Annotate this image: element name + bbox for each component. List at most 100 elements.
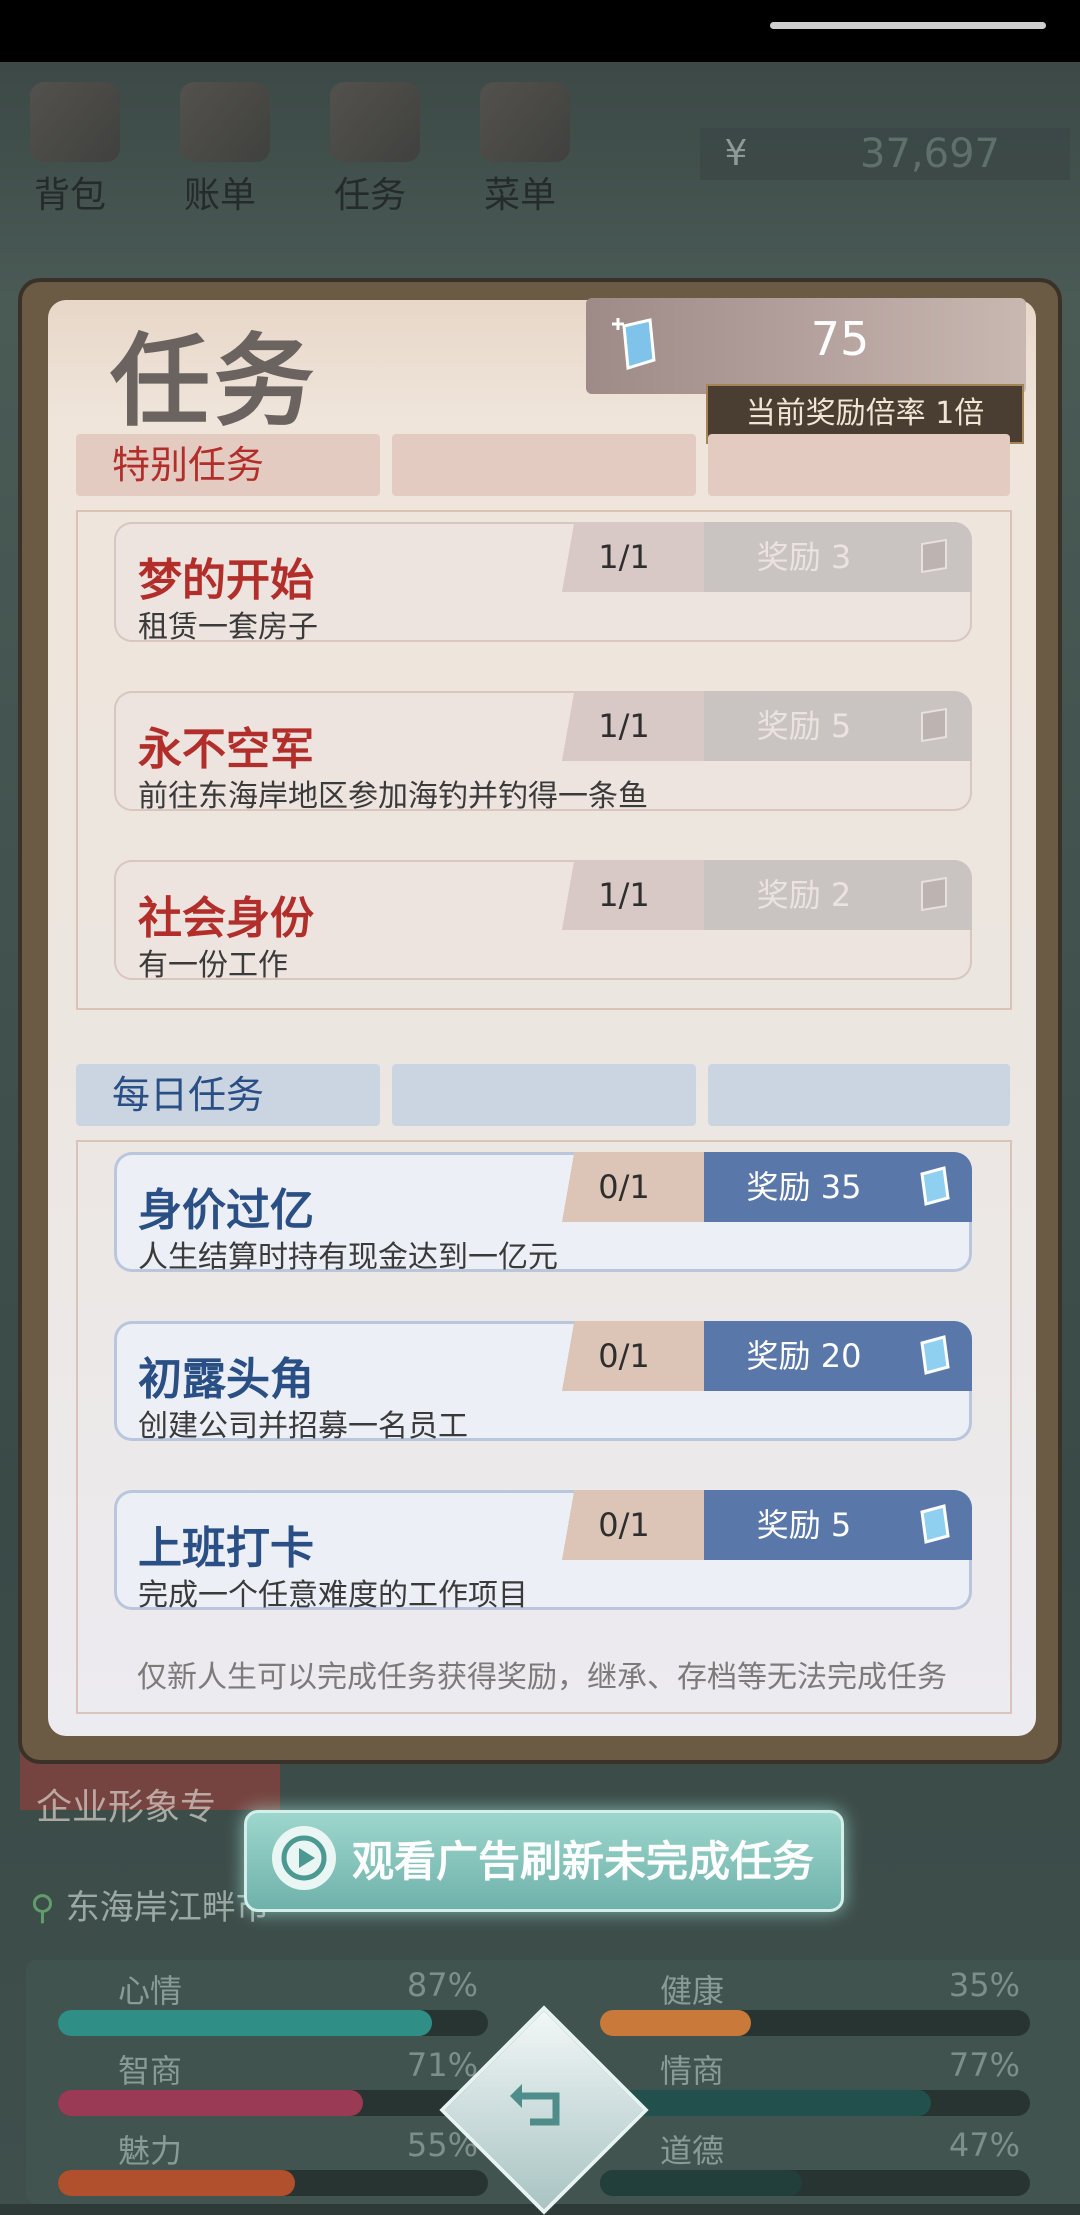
gem-icon: [920, 1504, 950, 1544]
task-reward: 奖励 5: [704, 1490, 972, 1560]
location-text: 东海岸江畔市: [65, 1888, 270, 1928]
task-progress: 0/1: [554, 1321, 724, 1391]
task-description: 租赁一套房子: [138, 610, 318, 645]
task-name: 永不空军: [138, 724, 314, 775]
watch-ad-label: 观看广告刷新未完成任务: [352, 1837, 815, 1886]
nav-menu-label: 菜单: [484, 175, 557, 216]
stat-percent: 77%: [948, 2046, 1020, 2084]
task-progress-text: 1/1: [598, 707, 650, 745]
task-reward-text: 奖励 2: [756, 876, 852, 914]
task-card[interactable]: 上班打卡完成一个任意难度的工作项目 0/1 奖励 5: [114, 1490, 972, 1613]
task-card[interactable]: 初露头角创建公司并招募一名员工 0/1 奖励 20: [114, 1321, 972, 1444]
gesture-bar: [770, 22, 1046, 29]
stat-bar-fill: [58, 2170, 295, 2196]
special-section-header: 特别任务: [76, 434, 380, 496]
task-reward: 奖励 35: [704, 1152, 972, 1222]
daily-section-header: 每日任务: [76, 1064, 380, 1126]
task-reward-text: 奖励 35: [746, 1168, 862, 1206]
header-tab-blank: [708, 1064, 1010, 1126]
task-progress: 1/1: [554, 860, 724, 930]
task-reward: 奖励 5: [704, 691, 972, 761]
task-name: 上班打卡: [138, 1523, 314, 1574]
stat-name: 魅力: [118, 2132, 183, 2170]
task-description: 人生结算时持有现金达到一亿元: [138, 1240, 558, 1275]
gem-icon: [920, 1335, 950, 1375]
special-section-label: 特别任务: [112, 443, 265, 487]
task-name: 身价过亿: [138, 1185, 314, 1236]
stat-bar: [600, 2170, 1030, 2196]
reward-slot-icon: [921, 876, 947, 912]
menu-icon: [480, 82, 570, 162]
task-progress: 1/1: [554, 522, 724, 592]
stat-bar-fill: [58, 2010, 433, 2036]
gem-icon: [612, 318, 656, 370]
task-name: 社会身份: [138, 893, 314, 944]
task-description: 创建公司并招募一名员工: [138, 1409, 468, 1444]
task-card[interactable]: 永不空军前往东海岸地区参加海钓并钓得一条鱼 1/1 奖励 5: [114, 691, 972, 814]
task-reward-text: 奖励 5: [756, 1506, 852, 1544]
yen-icon: ¥: [724, 133, 748, 174]
play-refresh-icon: [272, 1826, 336, 1890]
panel-title: 任务: [110, 323, 318, 440]
nav-menu[interactable]: 菜单: [450, 70, 600, 220]
task-card[interactable]: 社会身份有一份工作 1/1 奖励 2: [114, 860, 972, 983]
task-description: 有一份工作: [138, 948, 288, 983]
task-reward: 奖励 3: [704, 522, 972, 592]
task-progress: 0/1: [554, 1152, 724, 1222]
task-progress-text: 1/1: [598, 538, 650, 576]
nav-bill[interactable]: 账单: [150, 70, 300, 220]
stat-bar-fill: [58, 2090, 364, 2116]
header-tab-blank: [392, 1064, 696, 1126]
task-card[interactable]: 梦的开始租赁一套房子 1/1 奖励 3: [114, 522, 972, 645]
reward-slot-icon: [921, 707, 947, 743]
stat-bar-fill: [600, 2010, 751, 2036]
task-icon: [330, 82, 420, 162]
gem-count: 75: [810, 312, 870, 366]
header-tab-blank: [708, 434, 1010, 496]
return-arrow-icon: [510, 2084, 560, 2126]
company-tag: 企业形象专: [36, 1787, 217, 1828]
reward-slot-icon: [921, 538, 947, 574]
task-reward-text: 奖励 5: [756, 707, 852, 745]
location-pin-icon: ⚲: [30, 1888, 55, 1928]
nav-task[interactable]: 任务: [300, 70, 450, 220]
money-value: 37,697: [860, 131, 1000, 177]
stat-percent: 87%: [406, 1966, 478, 2004]
task-progress-text: 0/1: [598, 1337, 650, 1375]
bag-icon: [30, 82, 120, 162]
stat-percent: 71%: [406, 2046, 478, 2084]
stat-percent: 47%: [948, 2126, 1020, 2164]
stat-bar-fill: [600, 2090, 932, 2116]
bill-icon: [180, 82, 270, 162]
stat-bar: [600, 2010, 1030, 2036]
task-description: 前往东海岸地区参加海钓并钓得一条鱼: [138, 779, 648, 814]
task-reward: 奖励 20: [704, 1321, 972, 1391]
stat-name: 健康: [660, 1972, 725, 2010]
location-label: ⚲ 东海岸江畔市: [30, 1880, 270, 1929]
task-note: 仅新人生可以完成任务获得奖励，继承、存档等无法完成任务: [137, 1660, 947, 1695]
task-reward: 奖励 2: [704, 860, 972, 930]
task-reward-text: 奖励 3: [756, 538, 852, 576]
task-progress-text: 0/1: [598, 1506, 650, 1544]
task-reward-text: 奖励 20: [746, 1337, 862, 1375]
stat-bar-fill: [600, 2170, 803, 2196]
task-progress: 1/1: [554, 691, 724, 761]
daily-section-label: 每日任务: [112, 1073, 265, 1117]
nav-bag[interactable]: 背包: [0, 70, 150, 220]
stat-name: 智商: [118, 2052, 183, 2090]
stat-percent: 35%: [948, 1966, 1020, 2004]
task-progress-text: 0/1: [598, 1168, 650, 1206]
status-bar: [0, 0, 1080, 62]
task-description: 完成一个任意难度的工作项目: [138, 1578, 528, 1613]
stat-bar: [600, 2090, 1030, 2116]
stat-name: 心情: [118, 1972, 183, 2010]
stat-name: 情商: [660, 2052, 725, 2090]
task-name: 梦的开始: [138, 555, 314, 606]
task-name: 初露头角: [138, 1354, 314, 1405]
stat-bar: [58, 2090, 488, 2116]
header-tab-blank: [392, 434, 696, 496]
gem-icon: [920, 1166, 950, 1206]
stat-bar: [58, 2010, 488, 2036]
task-card[interactable]: 身价过亿人生结算时持有现金达到一亿元 0/1 奖励 35: [114, 1152, 972, 1275]
task-progress-text: 1/1: [598, 876, 650, 914]
